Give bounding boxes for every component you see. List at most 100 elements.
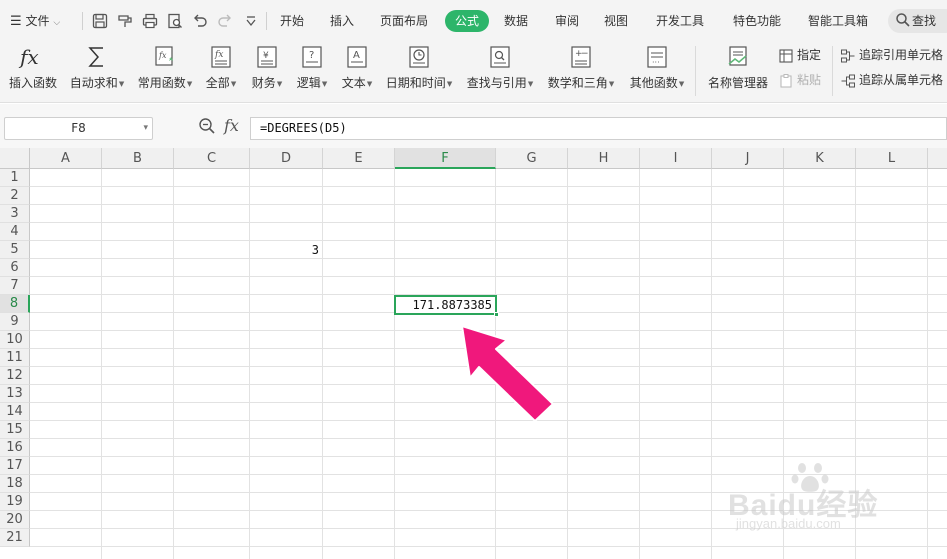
column-header-d[interactable]: D: [250, 148, 323, 169]
name-manager-button[interactable]: 名称管理器: [704, 42, 772, 100]
other-functions-label: 其他函数▼: [629, 76, 685, 90]
row-header-13[interactable]: 13: [0, 385, 30, 403]
customize-toolbar-icon[interactable]: [242, 12, 260, 30]
chevron-down-icon: ⌵: [53, 18, 61, 28]
column-header-a[interactable]: A: [30, 148, 102, 169]
cell-d5[interactable]: 3: [250, 241, 322, 259]
column-header-m[interactable]: [928, 148, 947, 169]
cell-f8-value: 171.8873385: [412, 298, 492, 312]
row-header-20[interactable]: 20: [0, 511, 30, 529]
separator: [82, 12, 83, 30]
row-header-16[interactable]: 16: [0, 439, 30, 457]
select-all-corner[interactable]: [0, 148, 30, 169]
row-header-8[interactable]: 8: [0, 295, 30, 313]
text-functions-button[interactable]: A 文本▼: [337, 42, 377, 100]
row-header-7[interactable]: 7: [0, 277, 30, 295]
insert-function-button[interactable]: fx 插入函数: [4, 42, 62, 100]
row-header-2[interactable]: 2: [0, 187, 30, 205]
tab-insert[interactable]: 插入: [330, 10, 354, 32]
tab-smart-toolbox[interactable]: 智能工具箱: [808, 10, 868, 32]
row-header-21[interactable]: 21: [0, 529, 30, 547]
lookup-icon: [488, 45, 512, 69]
cell-f8-active[interactable]: 171.8873385: [394, 295, 499, 317]
row-header-3[interactable]: 3: [0, 205, 30, 223]
grid-line: [30, 276, 947, 277]
row-header-11[interactable]: 11: [0, 349, 30, 367]
name-box[interactable]: F8 ▾: [4, 117, 153, 140]
row-header-18[interactable]: 18: [0, 475, 30, 493]
paste-name-label: 粘贴: [797, 73, 822, 87]
column-header-h[interactable]: H: [568, 148, 640, 169]
column-header-c[interactable]: C: [174, 148, 250, 169]
trace-precedents-label: 追踪引用单元格: [859, 48, 944, 62]
caret-down-icon: ▼: [230, 79, 237, 88]
format-painter-icon[interactable]: [116, 12, 134, 30]
trace-precedents-button[interactable]: 追踪引用单元格: [840, 45, 943, 65]
column-header-e[interactable]: E: [323, 148, 395, 169]
other-functions-button[interactable]: ··· 其他函数▼: [626, 42, 688, 100]
column-header-j[interactable]: J: [712, 148, 784, 169]
caret-down-icon: ▼: [366, 79, 373, 88]
row-header-1[interactable]: 1: [0, 169, 30, 187]
grid-line: [30, 456, 947, 457]
row-header-15[interactable]: 15: [0, 421, 30, 439]
row-header-9[interactable]: 9: [0, 313, 30, 331]
autosum-button[interactable]: 自动求和▼: [66, 42, 128, 100]
file-menu[interactable]: ☰ 文件 ⌵: [10, 11, 60, 31]
row-header-19[interactable]: 19: [0, 493, 30, 511]
lookup-reference-button[interactable]: 查找与引用▼: [464, 42, 536, 100]
baidu-watermark: Baidu经验 jingyan.baidu.com: [728, 458, 938, 542]
grid-line: [30, 186, 947, 187]
column-header-b[interactable]: B: [102, 148, 174, 169]
tab-home[interactable]: 开始: [280, 10, 304, 32]
caret-down-icon: ▼: [678, 79, 685, 88]
trace-dependents-icon: [840, 73, 856, 89]
save-icon[interactable]: [91, 12, 109, 30]
trace-dependents-button[interactable]: 追踪从属单元格: [840, 70, 943, 90]
insert-function-label: 插入函数: [8, 76, 57, 90]
undo-icon[interactable]: [191, 12, 209, 30]
row-header-17[interactable]: 17: [0, 457, 30, 475]
tab-page-layout[interactable]: 页面布局: [380, 10, 428, 32]
column-header-l[interactable]: L: [856, 148, 928, 169]
row-header-6[interactable]: 6: [0, 259, 30, 277]
svg-text:fx: fx: [158, 51, 167, 60]
finance-button[interactable]: ¥ 财务▼: [247, 42, 287, 100]
common-functions-button[interactable]: fx 常用函数▼: [134, 42, 196, 100]
fill-handle[interactable]: [494, 312, 499, 317]
caret-down-icon: ▼: [276, 79, 283, 88]
column-header-f[interactable]: F: [395, 148, 496, 169]
tab-special-features[interactable]: 特色功能: [733, 10, 781, 32]
column-header-g[interactable]: G: [496, 148, 568, 169]
paste-name-button[interactable]: 粘贴: [778, 70, 821, 90]
logic-button[interactable]: ? 逻辑▼: [292, 42, 332, 100]
all-functions-button[interactable]: fx 全部▼: [200, 42, 242, 100]
tab-view[interactable]: 视图: [604, 10, 628, 32]
separator: [266, 12, 267, 30]
print-preview-icon[interactable]: [166, 12, 184, 30]
all-functions-label: 全部▼: [205, 76, 237, 90]
date-time-button[interactable]: 日期和时间▼: [383, 42, 455, 100]
zoom-icon[interactable]: [198, 117, 216, 135]
search-button[interactable]: 查找: [888, 9, 947, 33]
name-manager-icon: [726, 45, 750, 69]
formula-input[interactable]: =DEGREES(D5): [250, 117, 947, 140]
row-header-12[interactable]: 12: [0, 367, 30, 385]
print-icon[interactable]: [141, 12, 159, 30]
insert-function-fx-button[interactable]: fx: [224, 116, 239, 135]
row-header-14[interactable]: 14: [0, 403, 30, 421]
define-name-button[interactable]: 指定: [778, 45, 821, 65]
tab-formulas[interactable]: 公式: [445, 10, 490, 32]
tab-review[interactable]: 审阅: [555, 10, 579, 32]
tab-developer[interactable]: 开发工具: [656, 10, 704, 32]
svg-text:fx: fx: [18, 45, 39, 69]
redo-icon[interactable]: [216, 12, 234, 30]
column-header-i[interactable]: I: [640, 148, 712, 169]
math-trig-button[interactable]: + − 数学和三角▼: [544, 42, 618, 100]
row-header-10[interactable]: 10: [0, 331, 30, 349]
tab-data[interactable]: 数据: [504, 10, 528, 32]
row-header-4[interactable]: 4: [0, 223, 30, 241]
lookup-reference-label: 查找与引用▼: [466, 76, 534, 90]
column-header-k[interactable]: K: [784, 148, 856, 169]
row-header-5[interactable]: 5: [0, 241, 30, 259]
